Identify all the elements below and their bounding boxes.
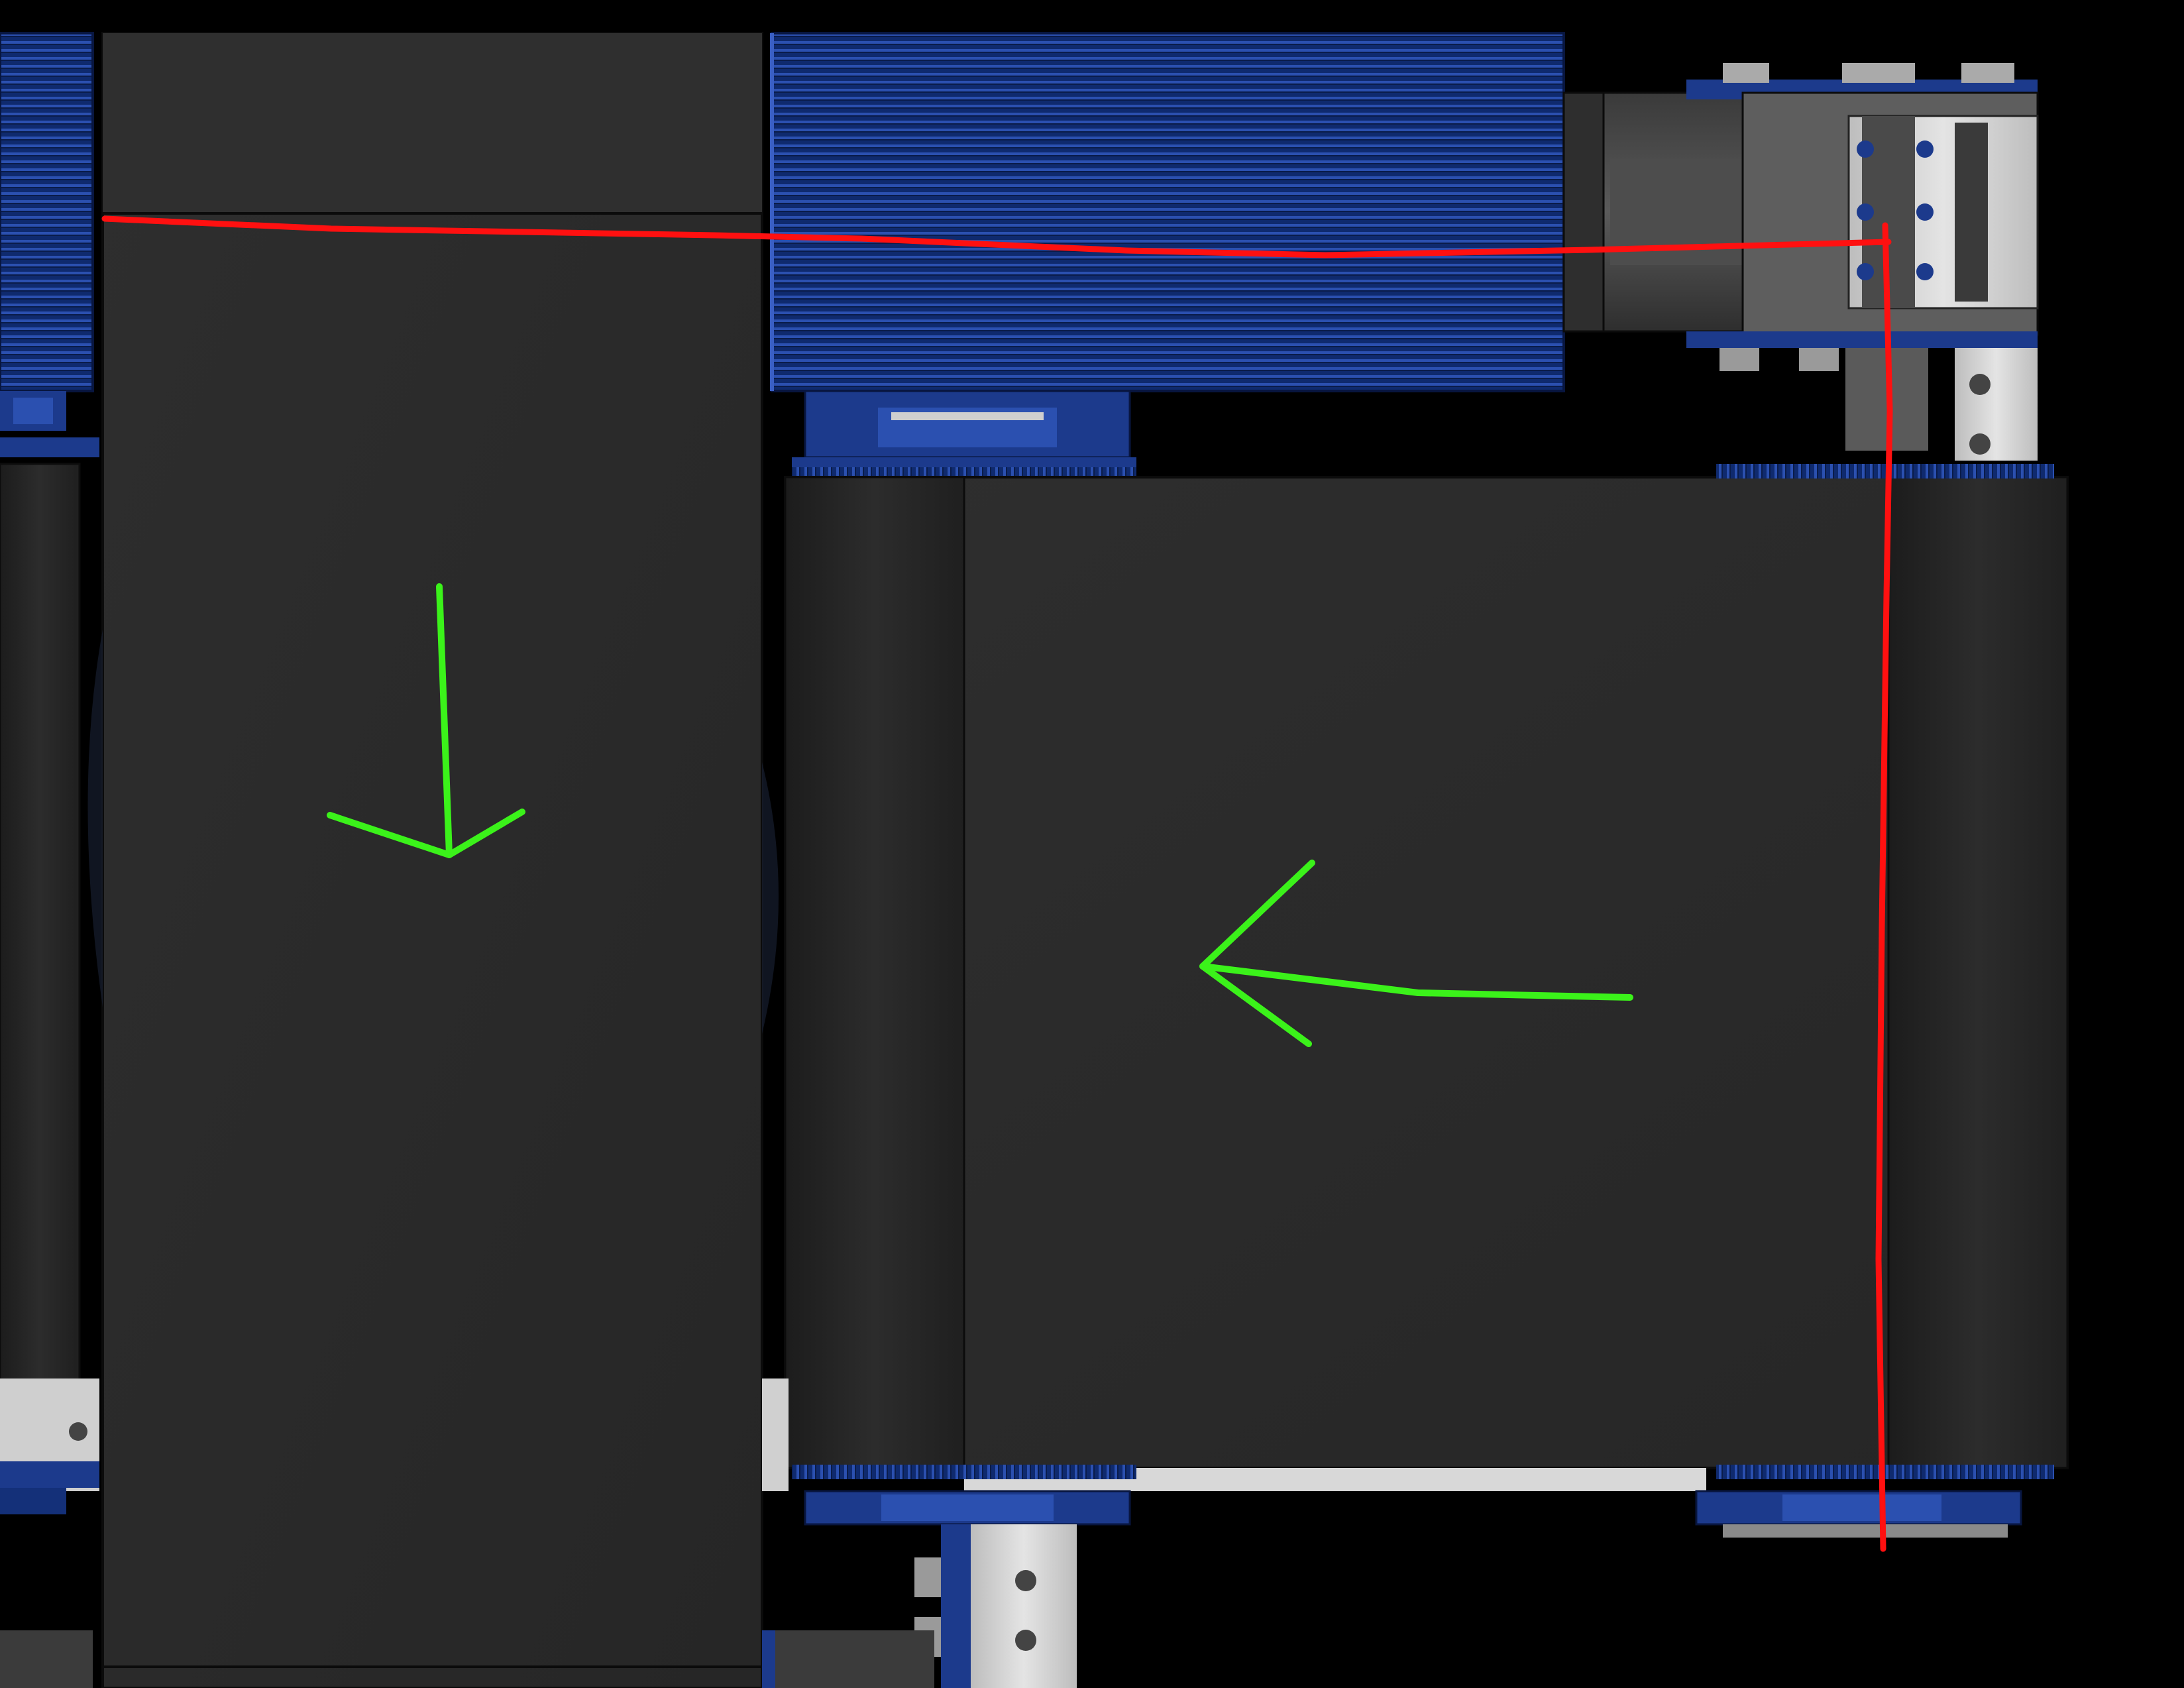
right-horizontal-belt — [762, 464, 2069, 1491]
lower-right-hub — [1695, 1490, 2022, 1538]
gearbox-motor — [1562, 91, 1744, 333]
cad-render-canvas — [0, 0, 2184, 1688]
center-vertical-belt — [87, 32, 779, 1688]
top-pulley-hub — [792, 390, 1136, 477]
left-vertical-belt — [0, 463, 99, 1688]
left-ribbed-pulley — [0, 32, 99, 457]
lower-center-bracket — [762, 1490, 1131, 1688]
top-ribbed-pulley — [770, 32, 1565, 392]
conveyor-assembly-drawing — [0, 32, 2069, 1688]
